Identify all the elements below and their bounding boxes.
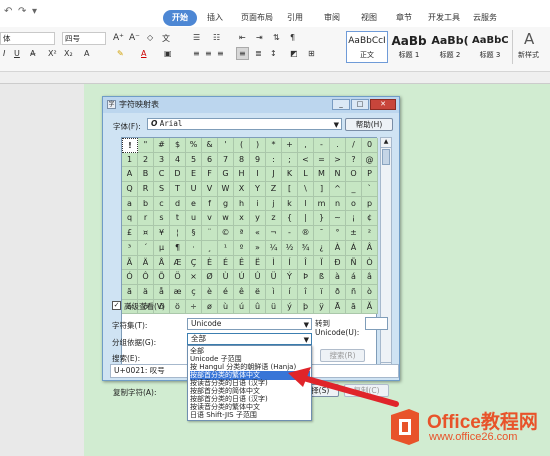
watermark: Office教程网 www.office26.com xyxy=(383,405,550,449)
arrow-shaft xyxy=(297,374,399,407)
annotation-arrow xyxy=(288,367,399,407)
office-logo-icon xyxy=(391,409,419,445)
watermark-brand: Office教程网 xyxy=(427,412,538,433)
watermark-url: www.office26.com xyxy=(429,431,518,443)
